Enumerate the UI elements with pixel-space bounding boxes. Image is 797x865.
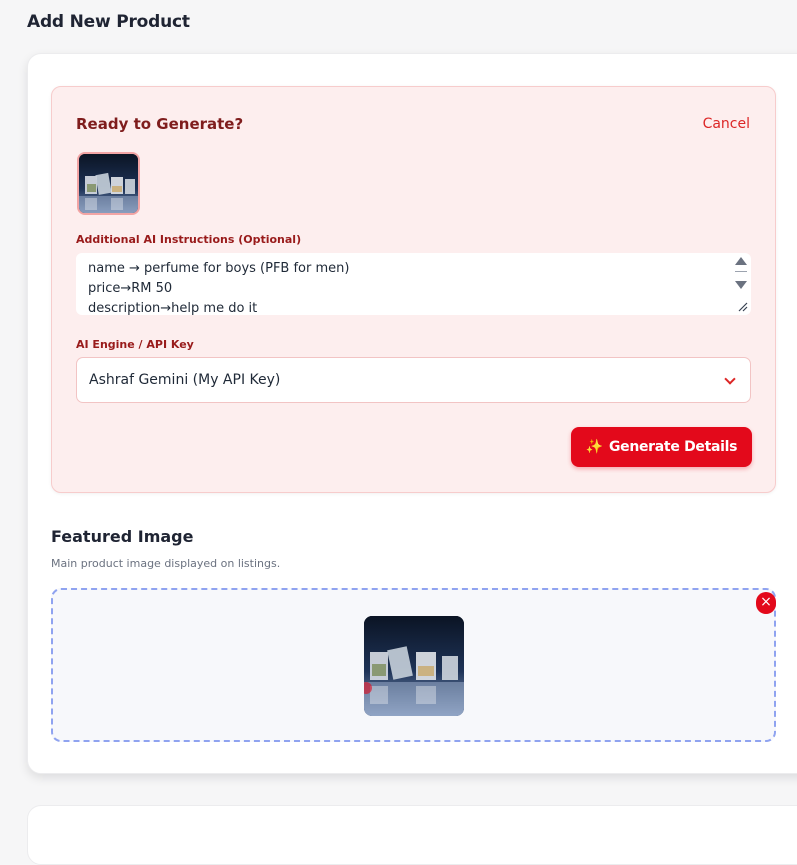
uploaded-image-thumbnail <box>77 152 140 215</box>
featured-image-subtitle: Main product image displayed on listings… <box>51 557 281 570</box>
instructions-line: price→RM 50 <box>88 281 173 296</box>
resize-handle-icon[interactable] <box>738 302 748 312</box>
next-section-card <box>27 805 797 865</box>
instructions-line: name → perfume for boys (PFB for men) <box>88 261 350 276</box>
instructions-textarea[interactable]: name → perfume for boys (PFB for men) pr… <box>76 253 751 315</box>
sparkles-icon: ✨ <box>585 439 603 455</box>
ai-generate-panel: Ready to Generate? Cancel Additional AI … <box>51 86 776 493</box>
featured-image-dropzone[interactable]: × <box>51 588 776 742</box>
engine-label: AI Engine / API Key <box>76 338 194 351</box>
generate-details-label: Generate Details <box>608 439 738 455</box>
chevron-down-icon <box>724 373 736 385</box>
ai-engine-selected-value: Ashraf Gemini (My API Key) <box>89 372 281 388</box>
perfume-photo-icon <box>79 154 138 213</box>
scroll-down-arrow-icon[interactable] <box>735 281 747 289</box>
featured-image-preview <box>364 616 464 716</box>
instructions-label: Additional AI Instructions (Optional) <box>76 233 302 246</box>
page-title: Add New Product <box>27 12 190 32</box>
featured-image-title: Featured Image <box>51 527 194 546</box>
ai-panel-title: Ready to Generate? <box>76 115 244 133</box>
generate-details-button[interactable]: ✨ Generate Details <box>571 427 752 467</box>
instructions-text[interactable]: name → perfume for boys (PFB for men) pr… <box>88 253 349 315</box>
ai-engine-select[interactable]: Ashraf Gemini (My API Key) <box>76 357 751 403</box>
cancel-button[interactable]: Cancel <box>703 116 750 132</box>
perfume-photo-icon <box>364 616 464 716</box>
scrollbar-thumb[interactable] <box>735 271 747 272</box>
scroll-up-arrow-icon[interactable] <box>735 257 747 265</box>
close-icon: × <box>760 594 772 610</box>
instructions-line: description→help me do it <box>88 301 258 315</box>
remove-image-button[interactable]: × <box>756 592 776 614</box>
